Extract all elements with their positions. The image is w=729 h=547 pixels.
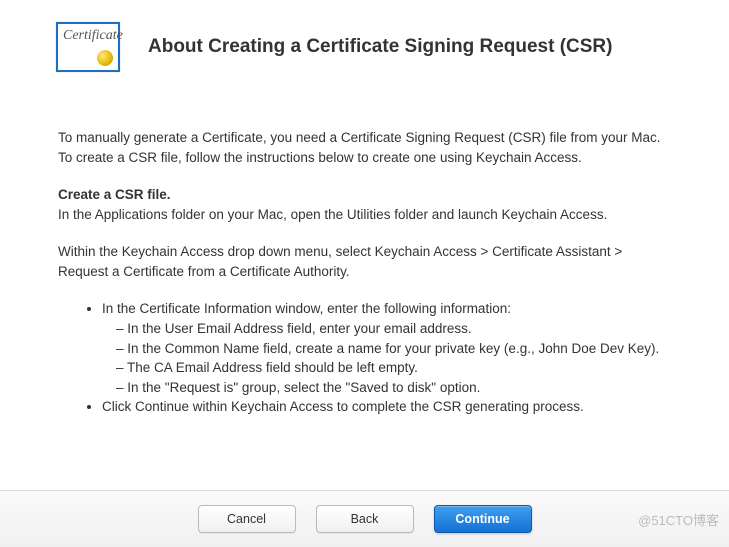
cancel-button[interactable]: Cancel bbox=[198, 505, 296, 533]
sub-item-ca-email: The CA Email Address field should be lef… bbox=[116, 358, 671, 378]
step-menu-path: Within the Keychain Access drop down men… bbox=[58, 242, 671, 281]
page-title: About Creating a Certificate Signing Req… bbox=[148, 36, 612, 58]
intro-text: To manually generate a Certificate, you … bbox=[58, 128, 671, 167]
list-item: In the Certificate Information window, e… bbox=[102, 299, 671, 397]
continue-button[interactable]: Continue bbox=[434, 505, 532, 533]
instruction-sublist: In the User Email Address field, enter y… bbox=[102, 319, 671, 397]
certificate-icon: Certificate bbox=[56, 22, 120, 72]
bullet-cert-info: In the Certificate Information window, e… bbox=[102, 301, 511, 316]
step-open-keychain: In the Applications folder on your Mac, … bbox=[58, 207, 607, 222]
instruction-list: In the Certificate Information window, e… bbox=[58, 299, 671, 416]
dialog-footer: Cancel Back Continue bbox=[0, 490, 729, 547]
seal-icon bbox=[97, 50, 113, 66]
sub-item-saved-to-disk: In the "Request is" group, select the "S… bbox=[116, 378, 671, 398]
create-csr-section: Create a CSR file. In the Applications f… bbox=[58, 185, 671, 224]
sub-item-common-name: In the Common Name field, create a name … bbox=[116, 339, 671, 359]
dialog-content: Certificate About Creating a Certificate… bbox=[0, 0, 729, 417]
section-heading: Create a CSR file. bbox=[58, 185, 671, 205]
back-button[interactable]: Back bbox=[316, 505, 414, 533]
dialog-body: To manually generate a Certificate, you … bbox=[0, 94, 729, 417]
dialog-header: Certificate About Creating a Certificate… bbox=[0, 0, 729, 94]
list-item-continue: Click Continue within Keychain Access to… bbox=[102, 397, 671, 417]
certificate-icon-label: Certificate bbox=[63, 28, 123, 44]
sub-item-email: In the User Email Address field, enter y… bbox=[116, 319, 671, 339]
